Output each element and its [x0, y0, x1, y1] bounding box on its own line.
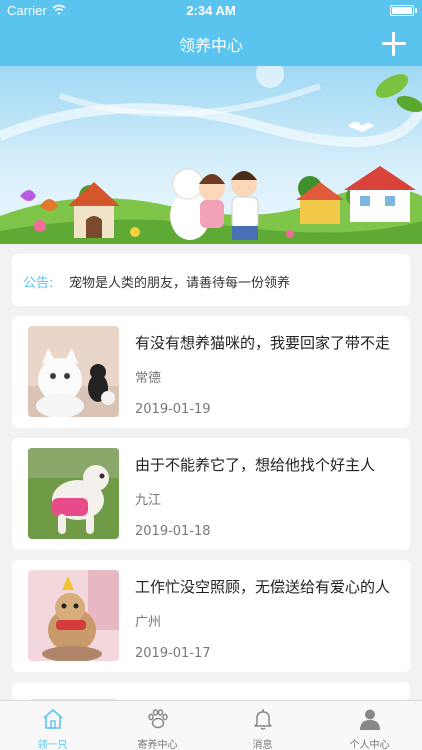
- post-thumbnail: [28, 448, 119, 539]
- post-thumbnail: [28, 692, 119, 700]
- adoption-post-card[interactable]: 由于不能养它了，想给他找个好主人 九江 2019-01-18: [12, 438, 410, 550]
- banner-image: [0, 66, 422, 244]
- post-city: 广州: [135, 615, 162, 630]
- tab-profile[interactable]: 个人中心: [317, 701, 422, 750]
- page-title: 领养中心: [178, 36, 243, 55]
- paw-icon: [148, 709, 168, 729]
- battery-cap: [415, 8, 417, 13]
- status-bar: Carrier 2:34 AM: [0, 0, 422, 22]
- post-date: 2019-01-18: [135, 524, 211, 539]
- tab-adopt[interactable]: 领一只: [0, 701, 105, 750]
- post-thumbnail: [28, 326, 119, 417]
- status-time: 2:34 AM: [186, 3, 236, 18]
- tab-foster-center[interactable]: 寄养中心: [105, 701, 210, 750]
- post-date: 2019-01-19: [135, 402, 211, 417]
- tab-label: 个人中心: [349, 740, 390, 750]
- announcement-text: 宠物是人类的朋友，请善待每一份领养: [69, 276, 291, 291]
- person-icon: [360, 709, 380, 730]
- tab-bar: 领一只 寄养中心 消息 个人中心: [0, 700, 422, 750]
- adoption-post-card[interactable]: 有没有想养猫咪的，我要回家了带不走 常德 2019-01-19: [12, 316, 410, 428]
- home-icon: [43, 709, 63, 729]
- post-title: 有没有想养猫咪的，我要回家了带不走: [135, 334, 391, 352]
- navigation-bar: Carrier 2:34 AM 领养中心: [0, 0, 422, 66]
- battery-icon: [390, 5, 414, 16]
- adoption-post-card[interactable]: 工作忙没空照顾，无偿送给有爱心的人 广州 2019-01-17: [12, 560, 410, 672]
- adoption-post-card-partial[interactable]: [12, 682, 410, 700]
- post-date: 2019-01-17: [135, 646, 211, 661]
- add-post-button[interactable]: [380, 30, 408, 58]
- announcement-label: 公告:: [23, 276, 54, 291]
- post-city: 常德: [135, 371, 162, 386]
- tab-messages[interactable]: 消息: [210, 701, 315, 750]
- tab-label: 消息: [252, 740, 273, 750]
- post-title: 由于不能养它了，想给他找个好主人: [135, 456, 376, 474]
- announcement-bar: 公告: 宠物是人类的朋友，请善待每一份领养: [12, 254, 410, 306]
- post-city: 九江: [135, 493, 162, 508]
- bell-icon: [254, 709, 272, 730]
- tab-label: 寄养中心: [137, 740, 178, 750]
- tab-label: 领一只: [37, 740, 68, 750]
- post-title: 工作忙没空照顾，无偿送给有爱心的人: [135, 578, 391, 596]
- post-thumbnail: [28, 570, 119, 661]
